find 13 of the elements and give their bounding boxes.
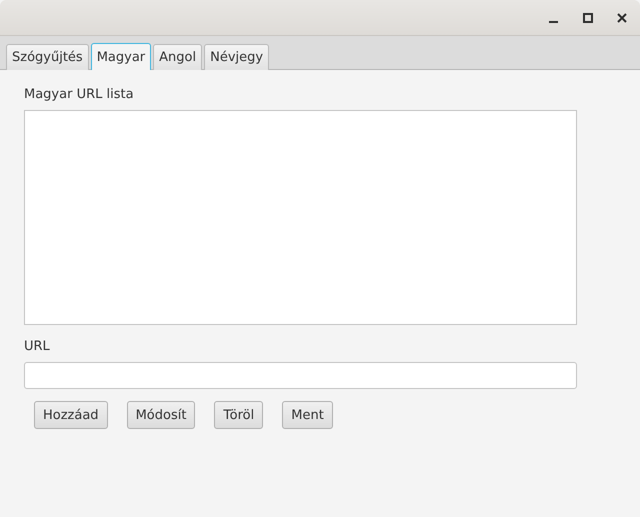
- maximize-icon[interactable]: [582, 12, 594, 24]
- tab[interactable]: Szógyűjtés: [6, 44, 89, 70]
- tab[interactable]: Magyar: [90, 43, 152, 70]
- list-label: Magyar URL lista: [24, 86, 135, 104]
- url-label: URL: [24, 338, 51, 356]
- close-icon[interactable]: [616, 12, 628, 24]
- action-button[interactable]: Módosít: [126, 401, 196, 429]
- tab[interactable]: Névjegy: [204, 44, 270, 70]
- action-button[interactable]: Hozzáad: [34, 401, 108, 429]
- action-button[interactable]: Töröl: [214, 401, 264, 429]
- url-input-field[interactable]: [24, 362, 577, 389]
- tab[interactable]: Angol: [153, 44, 202, 70]
- action-button[interactable]: Ment: [282, 401, 333, 429]
